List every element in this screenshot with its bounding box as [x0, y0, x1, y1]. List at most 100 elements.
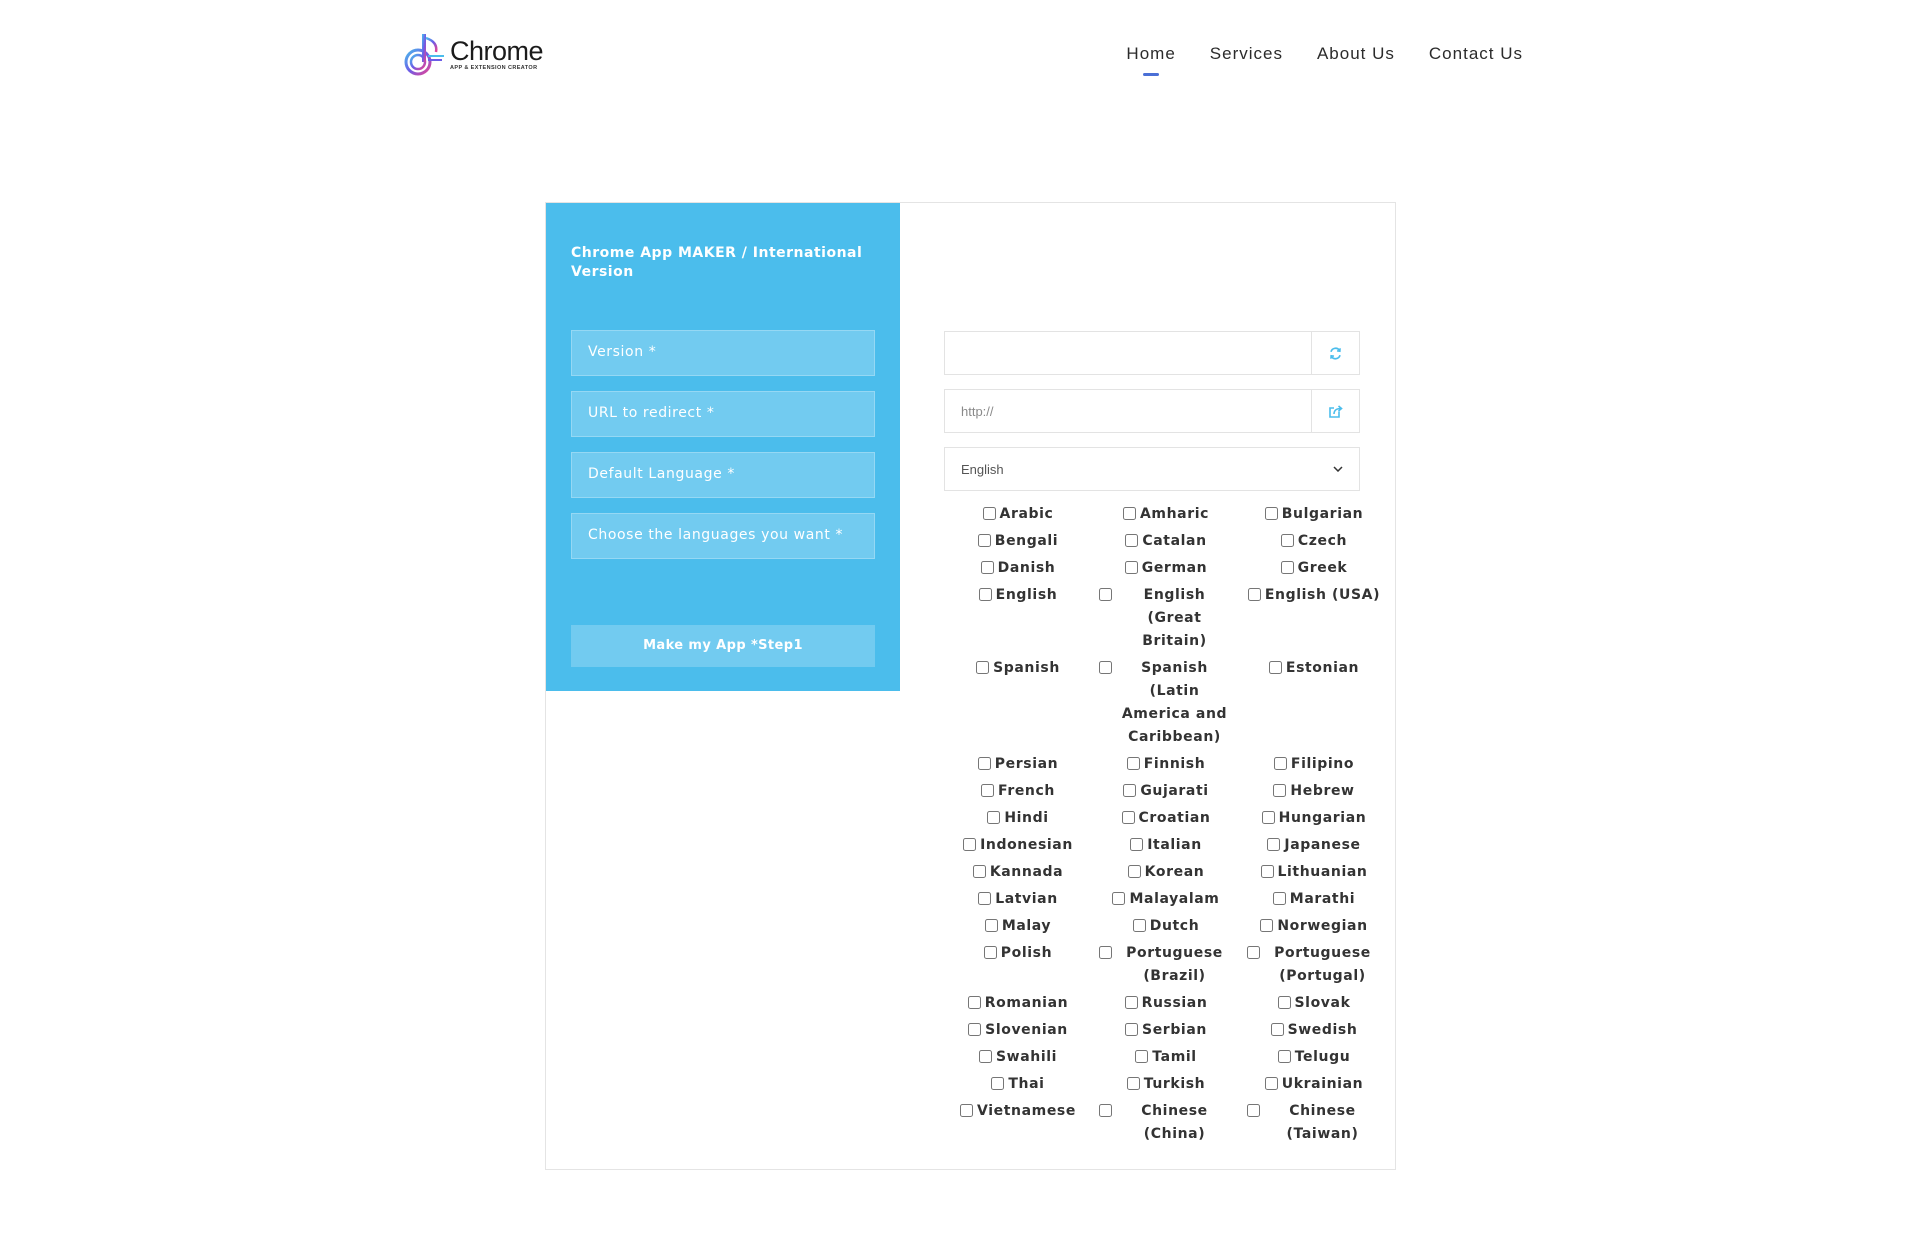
language-option[interactable]: Hebrew [1240, 780, 1388, 803]
language-option[interactable]: Czech [1240, 530, 1388, 553]
language-checkbox[interactable] [1264, 1077, 1278, 1090]
language-option[interactable]: Portuguese (Portugal) [1240, 942, 1388, 988]
language-checkbox[interactable] [1261, 811, 1275, 824]
nav-contact-us[interactable]: Contact Us [1429, 44, 1523, 70]
language-option[interactable]: Persian [944, 753, 1092, 776]
language-option[interactable]: Polish [944, 942, 1092, 988]
language-checkbox[interactable] [1124, 561, 1138, 574]
language-option[interactable]: Serbian [1092, 1019, 1240, 1042]
language-checkbox[interactable] [1246, 946, 1260, 959]
language-option[interactable]: French [944, 780, 1092, 803]
language-checkbox[interactable] [1135, 1050, 1149, 1063]
language-option[interactable]: Hungarian [1240, 807, 1388, 830]
language-checkbox[interactable] [1127, 865, 1141, 878]
language-option[interactable]: Malay [944, 915, 1092, 938]
language-checkbox[interactable] [1272, 892, 1286, 905]
language-option[interactable]: Greek [1240, 557, 1388, 580]
language-checkbox[interactable] [1132, 919, 1146, 932]
language-checkbox[interactable] [1126, 757, 1140, 770]
language-checkbox[interactable] [1270, 1023, 1284, 1036]
language-checkbox[interactable] [1260, 865, 1274, 878]
language-option[interactable]: Swahili [944, 1046, 1092, 1069]
language-option[interactable]: Italian [1092, 834, 1240, 857]
refresh-button[interactable] [1311, 332, 1359, 374]
url-input[interactable] [945, 390, 1311, 432]
language-option[interactable]: Filipino [1240, 753, 1388, 776]
default-language-select[interactable]: English [944, 447, 1360, 491]
language-checkbox[interactable] [1273, 757, 1287, 770]
language-option[interactable]: Japanese [1240, 834, 1388, 857]
language-option[interactable]: Turkish [1092, 1073, 1240, 1096]
language-option[interactable]: Bengali [944, 530, 1092, 553]
language-option[interactable]: Chinese (China) [1092, 1100, 1240, 1146]
language-checkbox[interactable] [1267, 838, 1281, 851]
language-checkbox[interactable] [1122, 507, 1136, 520]
language-option[interactable]: Hindi [944, 807, 1092, 830]
nav-about-us[interactable]: About Us [1317, 44, 1395, 70]
language-option[interactable]: Portuguese (Brazil) [1092, 942, 1240, 988]
language-checkbox[interactable] [1121, 811, 1135, 824]
language-checkbox[interactable] [1246, 1104, 1260, 1117]
language-option[interactable]: English (USA) [1240, 584, 1388, 653]
nav-home[interactable]: Home [1126, 44, 1175, 76]
language-checkbox[interactable] [1123, 784, 1137, 797]
language-checkbox[interactable] [1280, 561, 1294, 574]
language-option[interactable]: Vietnamese [944, 1100, 1092, 1146]
language-option[interactable]: Norwegian [1240, 915, 1388, 938]
language-option[interactable]: Catalan [1092, 530, 1240, 553]
language-option[interactable]: Latvian [944, 888, 1092, 911]
language-checkbox[interactable] [968, 1023, 982, 1036]
language-option[interactable]: Thai [944, 1073, 1092, 1096]
language-option[interactable]: Romanian [944, 992, 1092, 1015]
language-checkbox[interactable] [977, 757, 991, 770]
language-checkbox[interactable] [976, 661, 990, 674]
language-checkbox[interactable] [984, 919, 998, 932]
language-option[interactable]: Bulgarian [1240, 503, 1388, 526]
language-checkbox[interactable] [987, 811, 1001, 824]
language-option[interactable]: Korean [1092, 861, 1240, 884]
language-option[interactable]: Spanish [944, 657, 1092, 749]
language-checkbox[interactable] [963, 838, 977, 851]
language-option[interactable]: English [944, 584, 1092, 653]
language-checkbox[interactable] [1264, 507, 1278, 520]
language-option[interactable]: Telugu [1240, 1046, 1388, 1069]
language-option[interactable]: Danish [944, 557, 1092, 580]
language-checkbox[interactable] [1098, 588, 1112, 601]
language-option[interactable]: Dutch [1092, 915, 1240, 938]
language-checkbox[interactable] [978, 588, 992, 601]
language-checkbox[interactable] [1125, 1023, 1139, 1036]
language-option[interactable]: Croatian [1092, 807, 1240, 830]
logo[interactable]: Chrome APP & EXTENSION CREATOR [398, 28, 558, 80]
language-checkbox[interactable] [983, 946, 997, 959]
language-checkbox[interactable] [1277, 996, 1291, 1009]
language-checkbox[interactable] [1126, 1077, 1140, 1090]
language-option[interactable]: Indonesian [944, 834, 1092, 857]
language-option[interactable]: Lithuanian [1240, 861, 1388, 884]
language-checkbox[interactable] [1260, 919, 1274, 932]
version-input[interactable] [945, 332, 1311, 374]
language-option[interactable]: Tamil [1092, 1046, 1240, 1069]
language-option[interactable]: Estonian [1240, 657, 1388, 749]
language-checkbox[interactable] [972, 865, 986, 878]
language-checkbox[interactable] [1098, 661, 1112, 674]
language-checkbox[interactable] [1130, 838, 1144, 851]
language-checkbox[interactable] [980, 561, 994, 574]
language-checkbox[interactable] [1280, 534, 1294, 547]
language-checkbox[interactable] [1273, 784, 1287, 797]
language-option[interactable]: Slovak [1240, 992, 1388, 1015]
language-option[interactable]: Russian [1092, 992, 1240, 1015]
language-option[interactable]: Amharic [1092, 503, 1240, 526]
language-checkbox[interactable] [1277, 1050, 1291, 1063]
language-checkbox[interactable] [1125, 534, 1139, 547]
language-checkbox[interactable] [1112, 892, 1126, 905]
language-checkbox[interactable] [982, 507, 996, 520]
share-button[interactable] [1311, 390, 1359, 432]
language-checkbox[interactable] [978, 1050, 992, 1063]
language-option[interactable]: Finnish [1092, 753, 1240, 776]
language-option[interactable]: Kannada [944, 861, 1092, 884]
nav-services[interactable]: Services [1210, 44, 1283, 70]
language-checkbox[interactable] [1268, 661, 1282, 674]
language-option[interactable]: Spanish (Latin America and Caribbean) [1092, 657, 1240, 749]
language-checkbox[interactable] [1098, 1104, 1112, 1117]
language-checkbox[interactable] [960, 1104, 974, 1117]
